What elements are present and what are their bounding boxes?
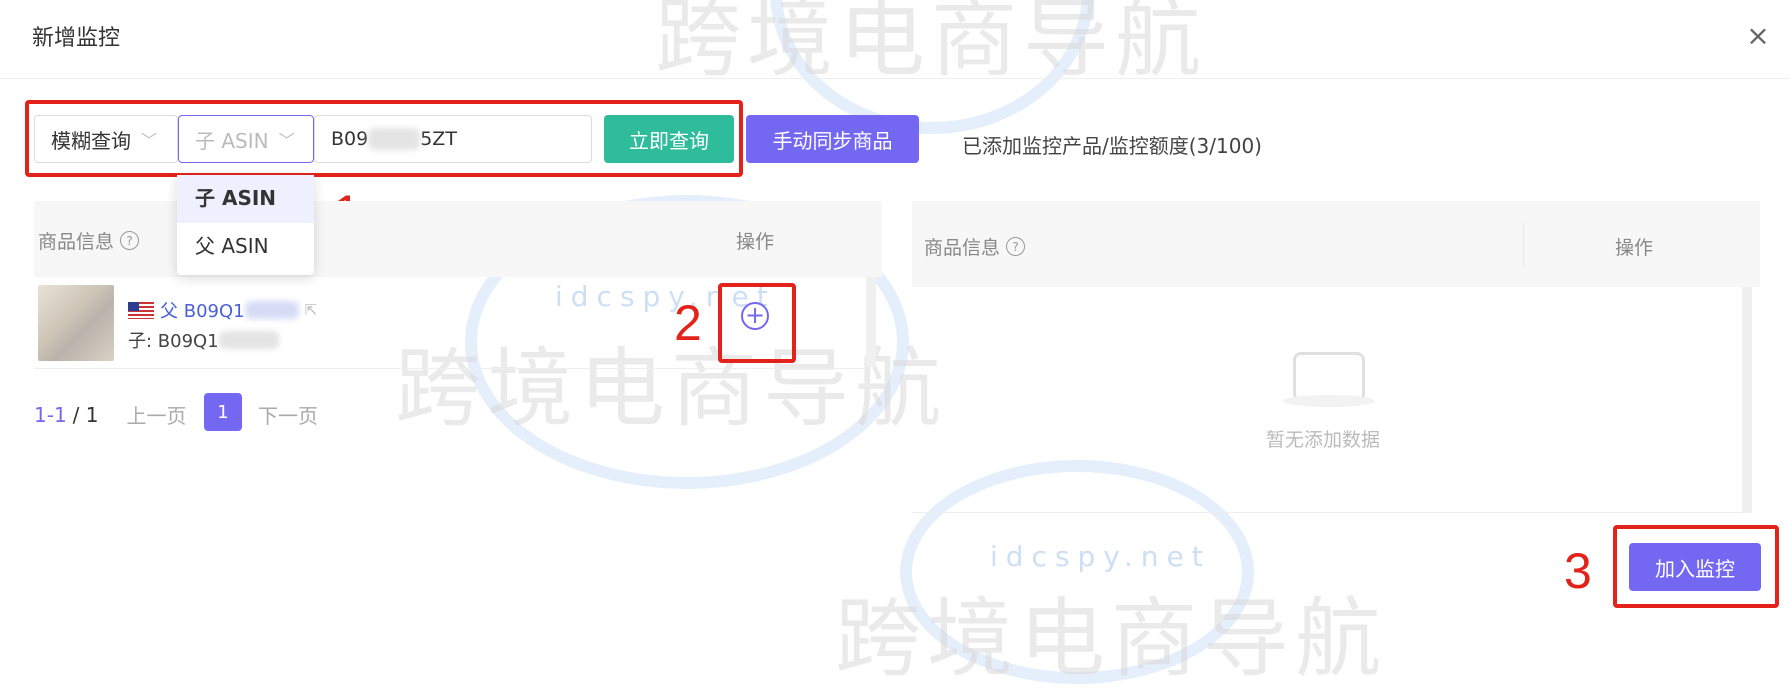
watermark-globe [900, 460, 1254, 684]
redacted-text [244, 301, 299, 319]
right-table-header: 商品信息 ? 操作 [912, 201, 1760, 287]
table-bottom-border [912, 512, 1742, 513]
current-page-button[interactable]: 1 [204, 393, 242, 431]
prev-page-button[interactable]: 上一页 [127, 400, 187, 429]
dropdown-option-child-asin[interactable]: 子 ASIN [177, 175, 314, 223]
watermark-text: 跨境电商导航 [655, 0, 1207, 89]
page-range: 1-1 [34, 402, 67, 427]
parent-asin[interactable]: 父 B09Q1 ⇱ [128, 297, 317, 323]
annotation-box-1 [25, 100, 743, 177]
empty-text: 暂无添加数据 [1266, 429, 1381, 451]
dropdown-option-parent-asin[interactable]: 父 ASIN [177, 223, 314, 271]
us-flag-icon [128, 301, 154, 319]
header-product-info: 商品信息 ? [924, 233, 1026, 260]
pagination: 1-1 / 1 上一页 [34, 400, 187, 429]
child-asin: 子: B09Q1 [128, 327, 279, 353]
watermark-text: 跨境电商导航 [835, 589, 1387, 689]
column-divider [1523, 223, 1524, 267]
help-icon[interactable]: ? [120, 231, 140, 250]
header-action: 操作 [736, 231, 775, 253]
annotation-box-2 [718, 283, 796, 363]
scrollbar[interactable] [866, 277, 876, 367]
help-icon[interactable]: ? [1006, 237, 1026, 256]
header-product-info: 商品信息 ? [38, 227, 140, 254]
next-page-button[interactable]: 下一页 [258, 400, 318, 429]
watermark-globe [770, 0, 1094, 134]
annotation-number-3: 3 [1564, 543, 1592, 599]
redacted-text [218, 331, 279, 349]
scrollbar[interactable] [1742, 287, 1752, 513]
header-divider [0, 78, 1790, 79]
quota-text: 已添加监控产品/监控额度(3/100) [962, 134, 1262, 158]
type-dropdown-menu: 子 ASIN 父 ASIN [177, 175, 314, 275]
watermark-url: idcspy.net [990, 540, 1211, 573]
external-link-icon[interactable]: ⇱ [305, 301, 318, 319]
left-table-header: 商品信息 ? 操作 [34, 201, 882, 277]
header-action: 操作 [1615, 237, 1654, 259]
product-thumbnail[interactable] [38, 285, 114, 361]
close-icon[interactable]: × [1744, 22, 1772, 50]
annotation-box-3 [1613, 525, 1779, 608]
empty-icon-shadow [1283, 395, 1375, 407]
sync-products-button[interactable]: 手动同步商品 [746, 115, 919, 163]
page-total: / 1 [72, 402, 99, 427]
dialog-title: 新增监控 [32, 26, 121, 51]
annotation-number-2: 2 [674, 295, 702, 351]
